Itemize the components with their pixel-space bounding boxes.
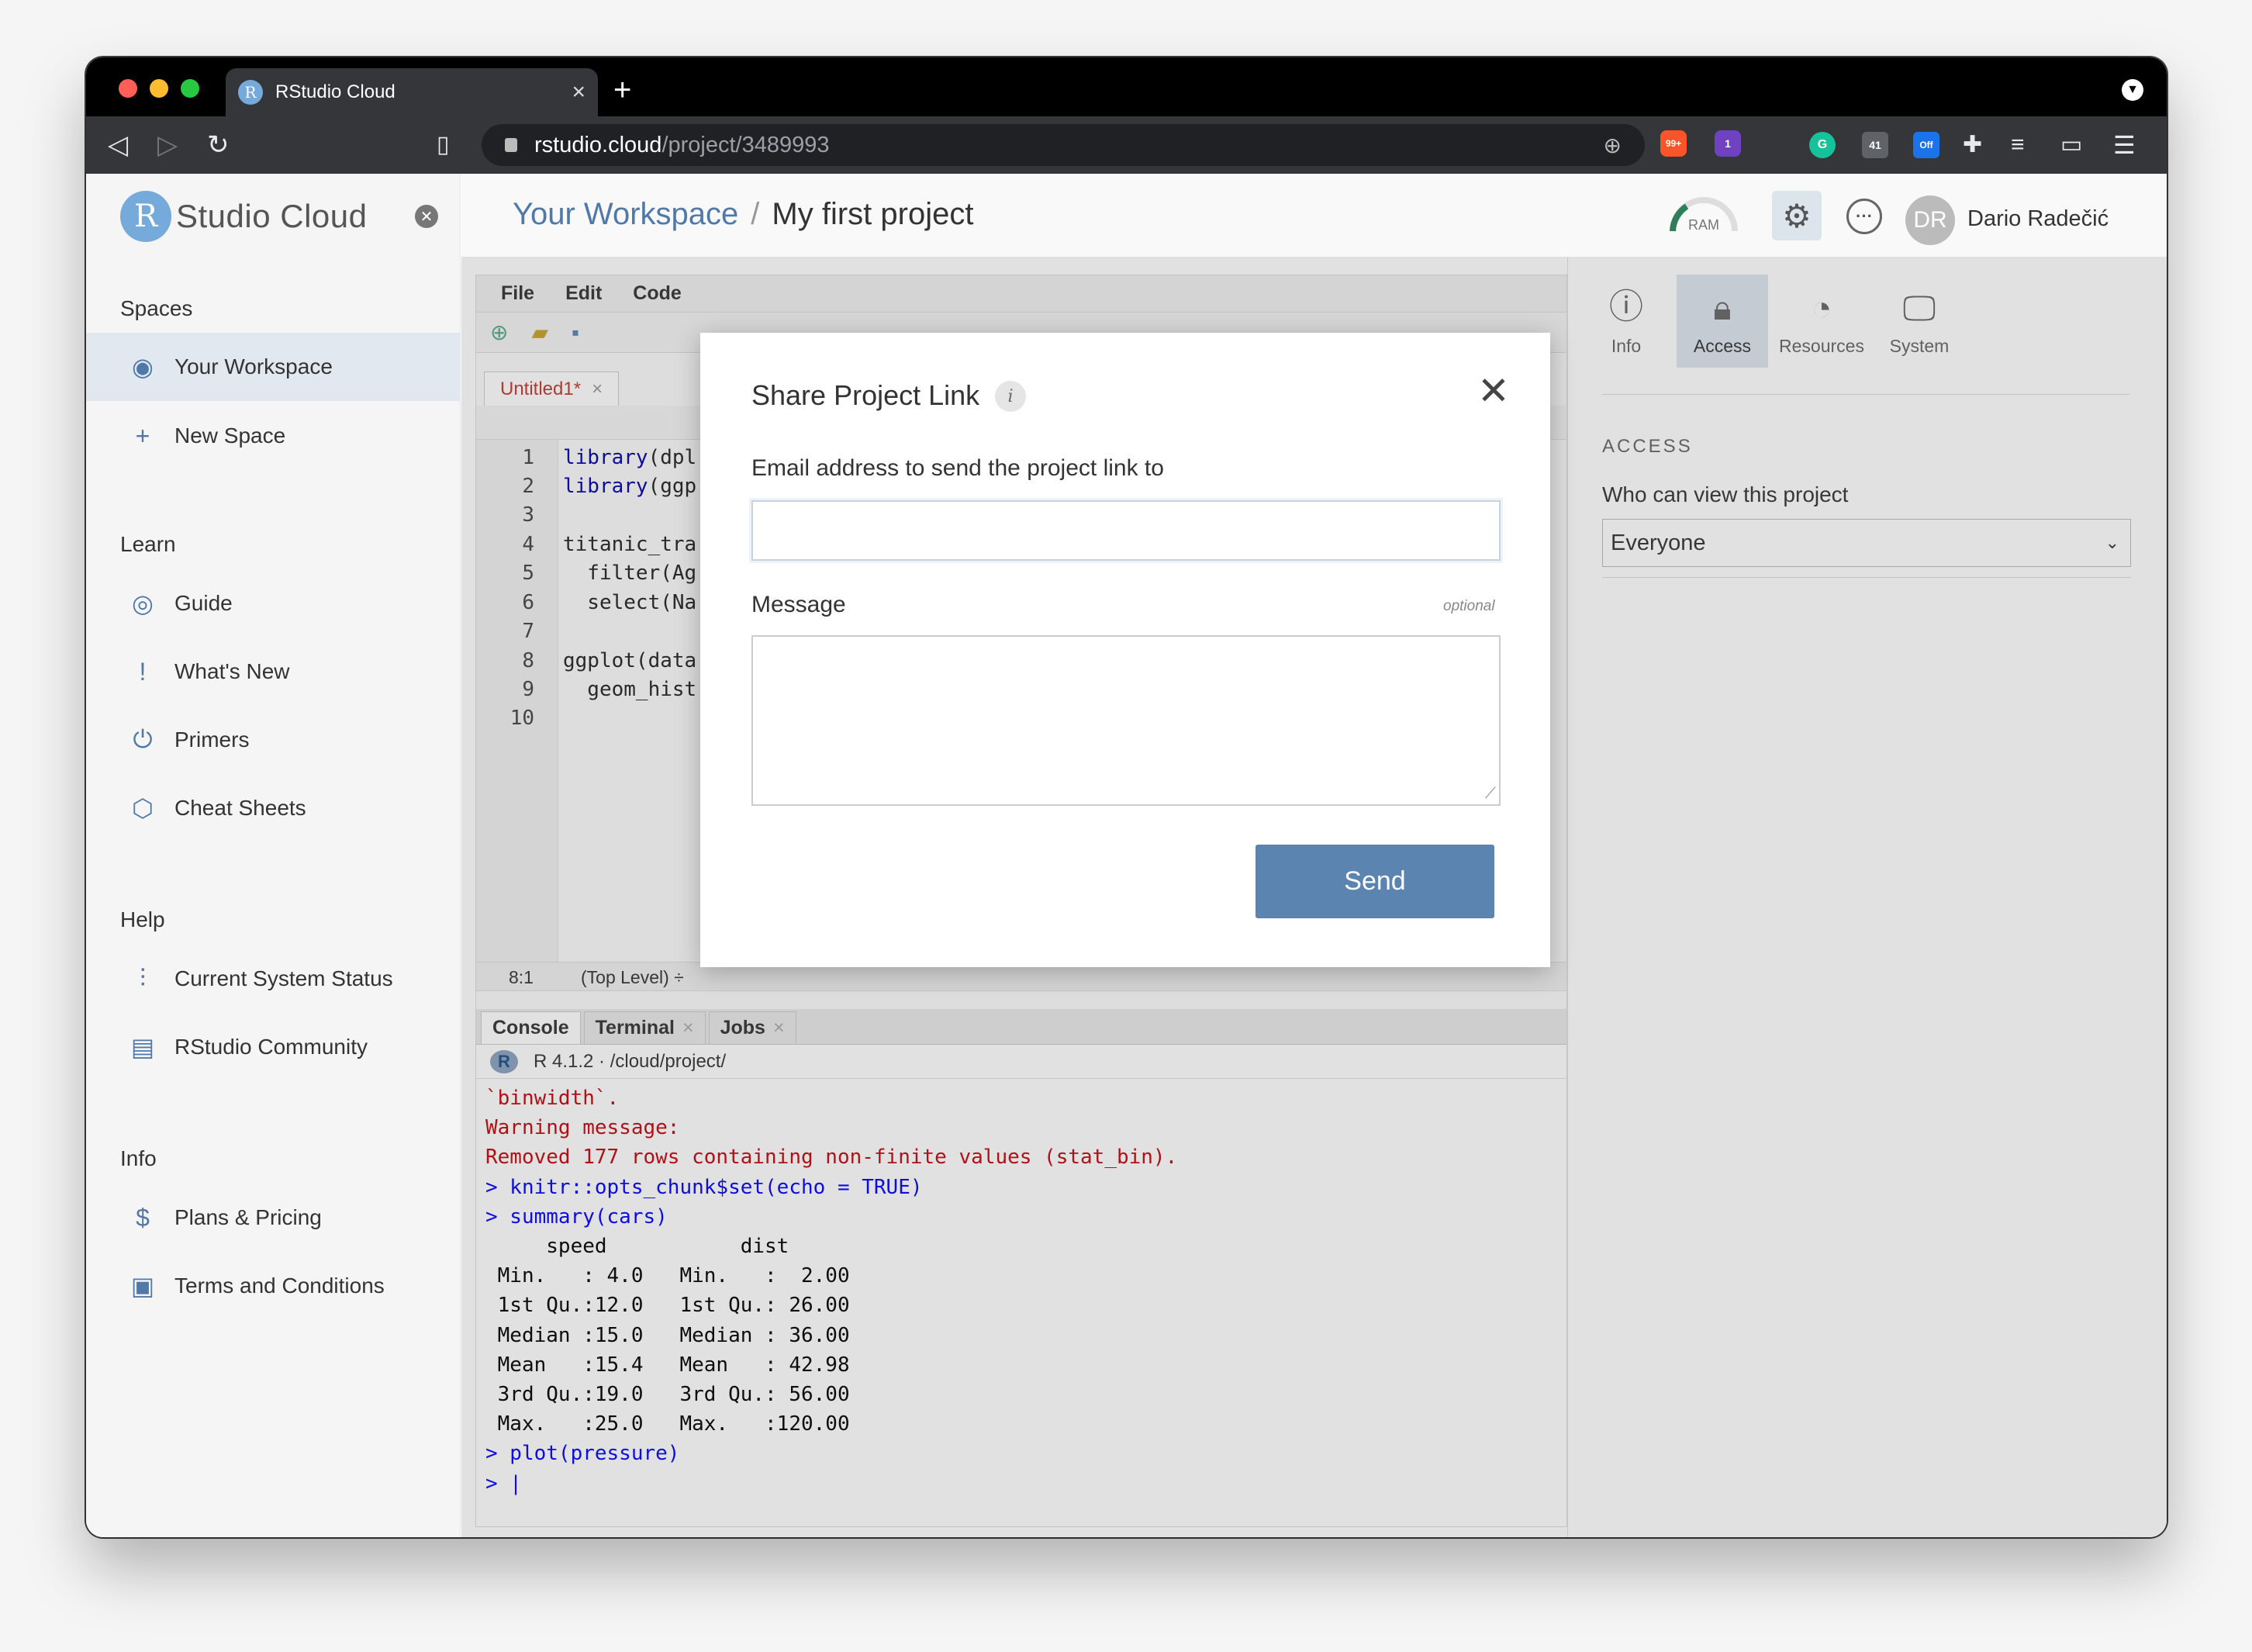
plus-icon: + (135, 421, 150, 450)
browser-tab-rstudio[interactable]: R RStudio Cloud × (226, 68, 598, 116)
minimize-window-button[interactable] (150, 79, 168, 98)
compass-icon: ◎ (132, 589, 154, 617)
avatar[interactable]: DR (1905, 195, 1955, 245)
ram-label: RAM (1688, 217, 1719, 233)
sidebar: R Studio Cloud ✕ Spaces ◉ Your Workspace… (86, 174, 461, 1537)
browser-toolbar: ◁ ▷ ↻ ▯ rstudio.cloud /project/3489993 ⊕… (86, 116, 2167, 174)
extensions-puzzle-icon[interactable]: ✚ (1963, 130, 1982, 160)
sidebar-item-cheat-sheets[interactable]: ⬡ Cheat Sheets (86, 774, 461, 842)
hexagon-icon: ⬡ (132, 794, 154, 822)
browser-window: R RStudio Cloud × + ▼ ◁ ▷ ↻ ▯ rstudio.cl… (86, 57, 2167, 1537)
section-info: Info (120, 1146, 157, 1170)
share-project-link-dialog: Share Project Link i ✕ Email address to … (700, 333, 1550, 967)
off-extension-icon[interactable]: Off (1913, 132, 1939, 158)
document-icon: ▣ (130, 1272, 155, 1300)
sidebar-item-label: Terms and Conditions (174, 1274, 385, 1298)
zoom-icon[interactable]: ⊕ (1604, 133, 1622, 158)
dollar-icon: $ (136, 1203, 150, 1232)
send-button[interactable]: Send (1256, 845, 1494, 918)
message-label: Message (751, 592, 846, 617)
user-circle-icon: ◉ (132, 353, 154, 381)
brave-rewards-icon[interactable]: 1 (1715, 130, 1741, 157)
resize-grip-icon[interactable]: ⟋ (1485, 785, 1496, 803)
tab-title: RStudio Cloud (275, 81, 395, 102)
sidebar-item-label: RStudio Community (174, 1035, 368, 1059)
sidebar-item-label: Cheat Sheets (174, 796, 306, 820)
url-path: /project/3489993 (661, 132, 830, 157)
settings-gear-icon[interactable]: ⚙ (1772, 191, 1822, 240)
close-window-button[interactable] (119, 79, 137, 98)
r-logo-icon: R (120, 191, 171, 242)
sidebar-item-system-status[interactable]: ⫶ Current System Status (86, 945, 461, 1013)
sidebar-item-label: What's New (174, 659, 290, 683)
user-name[interactable]: Dario Radečić (1967, 206, 2109, 232)
sidebar-item-label: Primers (174, 728, 250, 752)
sidebar-item-whats-new[interactable]: ! What's New (86, 638, 461, 706)
sidebar-item-label: Guide (174, 591, 233, 615)
sidebar-item-label: New Space (174, 423, 286, 448)
project-header: Your Workspace / My first project RAM ⚙ … (461, 174, 2167, 257)
maximize-window-button[interactable] (181, 79, 199, 98)
ram-gauge-icon[interactable]: RAM (1665, 192, 1743, 236)
sidebar-item-primers[interactable]: ⏻ Primers (86, 706, 461, 774)
optional-hint: optional (1443, 598, 1495, 614)
more-options-icon[interactable]: ··· (1846, 199, 1882, 234)
browser-tab-bar: R RStudio Cloud × + ▼ (86, 57, 2167, 116)
grammarly-icon[interactable]: G (1809, 132, 1836, 158)
pulse-icon: ⫶ (139, 964, 146, 992)
rstudio-cloud-app: R Studio Cloud ✕ Spaces ◉ Your Workspace… (86, 174, 2167, 1537)
breadcrumb: Your Workspace / My first project (513, 197, 973, 232)
sidebar-item-new-space[interactable]: + New Space (86, 402, 461, 470)
lock-icon (505, 138, 517, 152)
sidebar-item-community[interactable]: ▤ RStudio Community (86, 1013, 461, 1081)
sidebar-item-plans[interactable]: $ Plans & Pricing (86, 1184, 461, 1252)
rstudio-favicon-icon: R (238, 80, 263, 105)
chat-icon: ▤ (130, 1033, 155, 1061)
breadcrumb-separator: / (751, 197, 760, 231)
bookmark-icon[interactable]: ▯ (437, 130, 450, 160)
message-textarea[interactable]: ⟋ (751, 635, 1501, 806)
url-domain: rstudio.cloud (534, 132, 662, 157)
exclamation-icon: ! (139, 657, 147, 686)
section-learn: Learn (120, 532, 176, 556)
calendar-extension-icon[interactable]: 41 (1862, 132, 1888, 158)
section-spaces: Spaces (120, 296, 193, 320)
sidebar-item-terms[interactable]: ▣ Terms and Conditions (86, 1252, 461, 1320)
tab-close-icon[interactable]: × (572, 79, 585, 105)
close-sidebar-icon[interactable]: ✕ (415, 205, 438, 228)
logo-text: Studio Cloud (176, 198, 368, 234)
brave-shields-icon[interactable]: 99+ (1660, 130, 1687, 157)
dialog-title: Share Project Link (751, 379, 980, 411)
playlist-icon[interactable]: ≡ (2011, 130, 2025, 160)
sidebar-item-label: Your Workspace (174, 354, 333, 378)
browser-menu-icon[interactable]: ☰ (2113, 130, 2136, 160)
sidebar-item-label: Plans & Pricing (174, 1205, 322, 1229)
new-tab-button[interactable]: + (613, 74, 631, 105)
back-icon[interactable]: ◁ (108, 130, 128, 160)
email-label: Email address to send the project link t… (751, 455, 1164, 481)
address-bar[interactable]: rstudio.cloud /project/3489993 ⊕ (482, 124, 1645, 166)
forward-icon[interactable]: ▷ (157, 130, 178, 160)
sidebar-item-guide[interactable]: ◎ Guide (86, 569, 461, 638)
close-dialog-icon[interactable]: ✕ (1477, 372, 1510, 410)
reload-icon[interactable]: ↻ (207, 130, 230, 160)
sidebar-item-label: Current System Status (174, 966, 393, 990)
power-icon: ⏻ (133, 725, 153, 753)
info-icon[interactable]: i (995, 381, 1026, 412)
project-title[interactable]: My first project (772, 197, 973, 232)
profile-menu-icon[interactable]: ▼ (2122, 79, 2143, 101)
section-help: Help (120, 907, 165, 931)
sidebar-item-your-workspace[interactable]: ◉ Your Workspace (86, 333, 461, 401)
wallet-icon[interactable]: ▭ (2060, 130, 2082, 160)
breadcrumb-workspace-link[interactable]: Your Workspace (513, 197, 738, 232)
email-field[interactable] (751, 500, 1501, 561)
rstudio-cloud-logo[interactable]: R Studio Cloud (120, 191, 368, 242)
